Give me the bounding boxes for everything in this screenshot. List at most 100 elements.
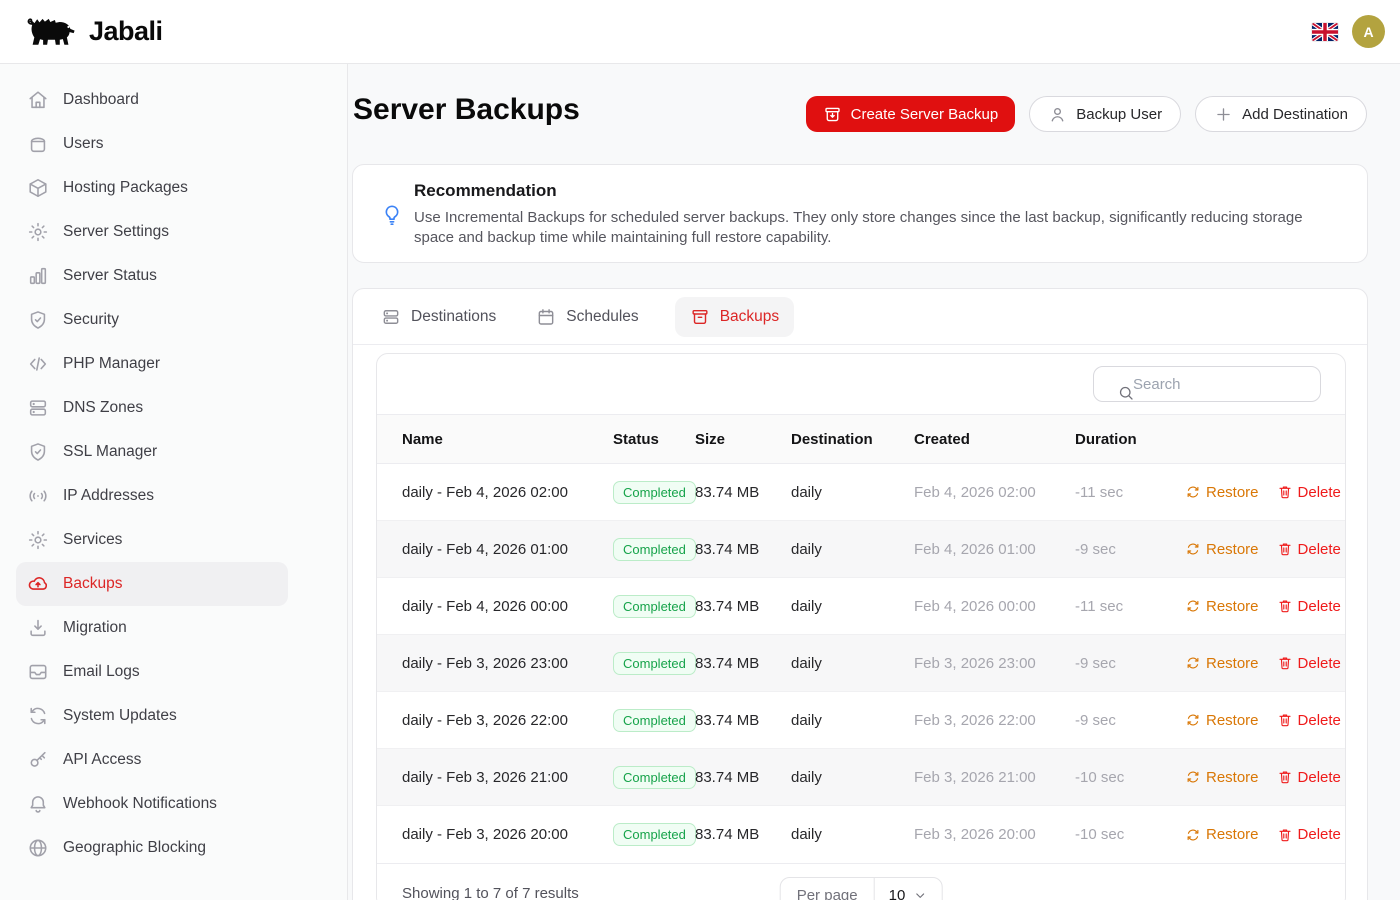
- sidebar-item-security[interactable]: Security: [16, 298, 288, 342]
- table-row: daily - Feb 3, 2026 21:00Completed83.74 …: [377, 749, 1345, 806]
- backup-user-button[interactable]: Backup User: [1029, 96, 1181, 132]
- gear-icon: [27, 221, 49, 243]
- sidebar-item-dashboard[interactable]: Dashboard: [16, 78, 288, 122]
- archive-box-down-icon: [823, 105, 842, 124]
- delete-button[interactable]: Delete: [1277, 541, 1341, 558]
- server-stack-icon: [381, 307, 401, 327]
- per-page-control[interactable]: Per page 10: [780, 877, 943, 900]
- backup-duration: -11 sec: [1075, 484, 1185, 501]
- backup-destination: daily: [791, 655, 914, 672]
- server-stack-icon: [27, 397, 49, 419]
- restore-button[interactable]: Restore: [1185, 598, 1259, 615]
- delete-button[interactable]: Delete: [1277, 655, 1341, 672]
- sidebar-item-server-status[interactable]: Server Status: [16, 254, 288, 298]
- backup-created: Feb 3, 2026 21:00: [914, 769, 1075, 786]
- backup-size: 83.74 MB: [695, 826, 791, 843]
- delete-button[interactable]: Delete: [1277, 712, 1341, 729]
- backup-name: daily - Feb 3, 2026 23:00: [402, 655, 613, 672]
- backup-duration: -11 sec: [1075, 598, 1185, 615]
- sidebar-item-server-settings[interactable]: Server Settings: [16, 210, 288, 254]
- column-header-duration: Duration: [1075, 431, 1185, 448]
- restore-button[interactable]: Restore: [1185, 541, 1259, 558]
- column-header-created: Created: [914, 431, 1075, 448]
- column-header-status: Status: [613, 431, 695, 448]
- delete-button[interactable]: Delete: [1277, 769, 1341, 786]
- sidebar-item-geographic-blocking[interactable]: Geographic Blocking: [16, 826, 288, 870]
- delete-button[interactable]: Delete: [1277, 826, 1341, 843]
- sidebar-item-ip-addresses[interactable]: IP Addresses: [16, 474, 288, 518]
- tab-destinations[interactable]: Destinations: [377, 297, 500, 337]
- tab-schedules[interactable]: Schedules: [532, 297, 642, 337]
- restore-button[interactable]: Restore: [1185, 826, 1259, 843]
- avatar[interactable]: A: [1352, 15, 1385, 48]
- code-icon: [27, 353, 49, 375]
- column-header-size: Size: [695, 431, 791, 448]
- backup-destination: daily: [791, 541, 914, 558]
- sidebar-item-webhook-notifications[interactable]: Webhook Notifications: [16, 782, 288, 826]
- backup-created: Feb 3, 2026 22:00: [914, 712, 1075, 729]
- column-header-name: Name: [402, 431, 613, 448]
- download-tray-icon: [27, 617, 49, 639]
- delete-button[interactable]: Delete: [1277, 484, 1341, 501]
- restore-button[interactable]: Restore: [1185, 712, 1259, 729]
- row-actions: Restore Delete: [1185, 826, 1341, 843]
- table-row: daily - Feb 4, 2026 01:00Completed83.74 …: [377, 521, 1345, 578]
- backup-size: 83.74 MB: [695, 484, 791, 501]
- restore-button[interactable]: Restore: [1185, 655, 1259, 672]
- key-icon: [27, 749, 49, 771]
- backup-created: Feb 4, 2026 02:00: [914, 484, 1075, 501]
- sidebar-nav: DashboardUsersHosting Packages Server Set…: [0, 78, 347, 870]
- sidebar-item-label: Webhook Notifications: [63, 795, 217, 813]
- tab-label: Destinations: [411, 308, 496, 326]
- signal-icon: [27, 485, 49, 507]
- backup-name: daily - Feb 4, 2026 02:00: [402, 484, 613, 501]
- sidebar-item-label: SSL Manager: [63, 443, 157, 461]
- status-badge: Completed: [613, 766, 696, 789]
- backup-destination: daily: [791, 826, 914, 843]
- sidebar-item-label: Server Status: [63, 267, 157, 285]
- sidebar-item-system-updates[interactable]: System Updates: [16, 694, 288, 738]
- status-badge: Completed: [613, 481, 696, 504]
- backup-created: Feb 4, 2026 01:00: [914, 541, 1075, 558]
- button-label: Backup User: [1076, 106, 1162, 123]
- row-actions: Restore Delete: [1185, 484, 1341, 501]
- sidebar-item-label: Migration: [63, 619, 127, 637]
- row-actions: Restore Delete: [1185, 655, 1341, 672]
- backup-duration: -9 sec: [1075, 541, 1185, 558]
- per-page-value: 10: [889, 887, 906, 900]
- search-input[interactable]: [1093, 366, 1321, 402]
- sidebar-item-dns-zones[interactable]: DNS Zones: [16, 386, 288, 430]
- table-row: daily - Feb 3, 2026 20:00Completed83.74 …: [377, 806, 1345, 863]
- search-box: [1093, 366, 1321, 402]
- top-bar: Jabali A: [0, 0, 1400, 64]
- tab-label: Schedules: [566, 308, 638, 326]
- tab-label: Backups: [720, 308, 779, 326]
- sidebar-item-users[interactable]: Users: [16, 122, 288, 166]
- refresh-cycle-icon: [27, 705, 49, 727]
- per-page-select[interactable]: 10: [875, 878, 942, 900]
- restore-button[interactable]: Restore: [1185, 769, 1259, 786]
- sidebar-item-ssl-manager[interactable]: SSL Manager: [16, 430, 288, 474]
- sidebar-item-php-manager[interactable]: PHP Manager: [16, 342, 288, 386]
- sidebar-item-label: DNS Zones: [63, 399, 143, 417]
- sidebar-item-email-logs[interactable]: Email Logs: [16, 650, 288, 694]
- backup-size: 83.74 MB: [695, 655, 791, 672]
- language-flag-icon[interactable]: [1312, 23, 1338, 41]
- sidebar-item-hosting-packages[interactable]: Hosting Packages: [16, 166, 288, 210]
- backup-name: daily - Feb 3, 2026 20:00: [402, 826, 613, 843]
- backup-name: daily - Feb 3, 2026 22:00: [402, 712, 613, 729]
- backup-size: 83.74 MB: [695, 712, 791, 729]
- sidebar-item-label: Server Settings: [63, 223, 169, 241]
- sidebar-item-backups[interactable]: Backups: [16, 562, 288, 606]
- restore-button[interactable]: Restore: [1185, 484, 1259, 501]
- sidebar-item-services[interactable]: Services: [16, 518, 288, 562]
- status-badge: Completed: [613, 538, 696, 561]
- delete-button[interactable]: Delete: [1277, 598, 1341, 615]
- sidebar-item-migration[interactable]: Migration: [16, 606, 288, 650]
- add-destination-button[interactable]: Add Destination: [1195, 96, 1367, 132]
- backup-destination: daily: [791, 769, 914, 786]
- sidebar-item-api-access[interactable]: API Access: [16, 738, 288, 782]
- home-icon: [27, 89, 49, 111]
- create-server-backup-button[interactable]: Create Server Backup: [806, 96, 1016, 132]
- tab-backups[interactable]: Backups: [675, 297, 794, 337]
